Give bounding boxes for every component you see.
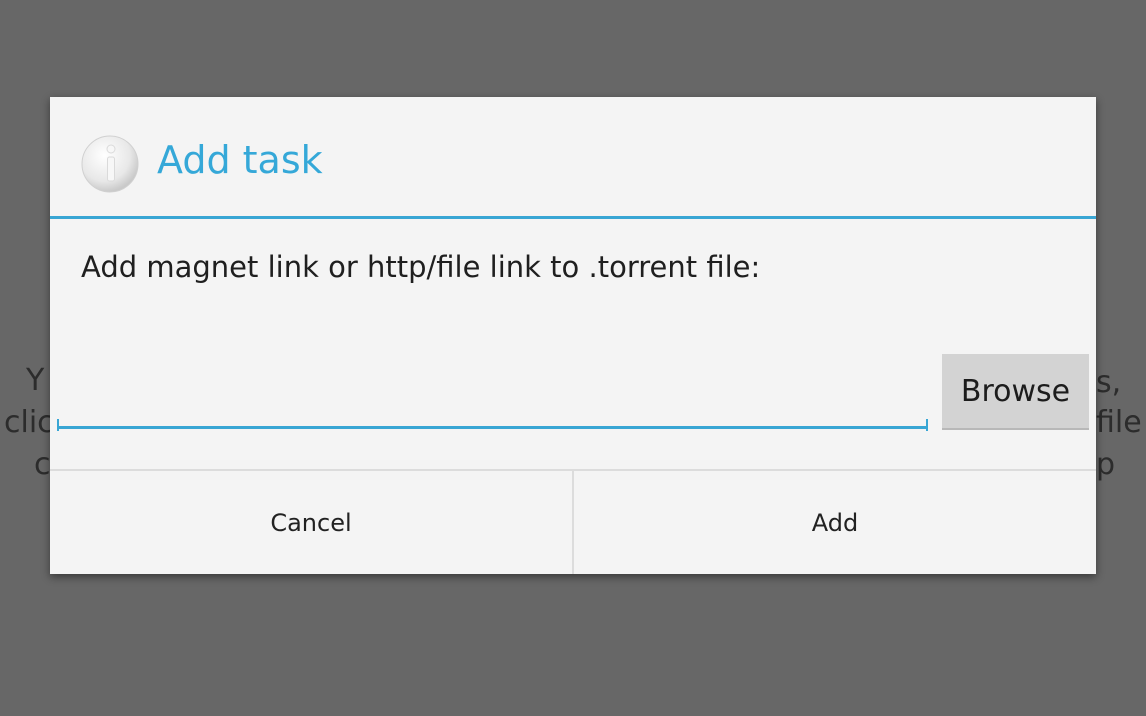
input-underline-tick <box>57 419 59 431</box>
background-text-fragment: p <box>1096 447 1116 482</box>
background-text-fragment: s, <box>1096 365 1122 400</box>
add-button[interactable]: Add <box>574 471 1096 574</box>
dialog-header: Add task <box>50 97 1096 219</box>
browse-button[interactable]: Browse <box>942 354 1089 430</box>
dialog-button-bar: Cancel Add <box>50 469 1096 574</box>
background-text-fragment: c <box>34 447 51 482</box>
dialog-message: Add magnet link or http/file link to .to… <box>81 250 761 284</box>
input-underline-tick <box>926 419 928 431</box>
add-task-dialog: Add task Add magnet link or http/file li… <box>50 97 1096 574</box>
dialog-title: Add task <box>157 138 323 182</box>
background-text-fragment: clic <box>4 405 54 440</box>
cancel-button[interactable]: Cancel <box>50 471 572 574</box>
background-text-fragment: Y <box>26 363 45 398</box>
link-input[interactable] <box>57 379 928 429</box>
info-icon <box>81 135 139 193</box>
background-text-fragment: file <box>1096 405 1142 440</box>
